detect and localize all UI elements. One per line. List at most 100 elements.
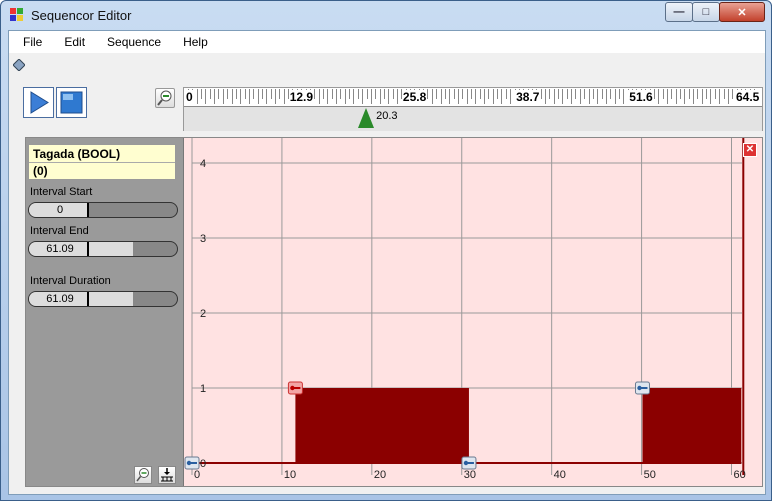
ruler-tick [701, 89, 703, 104]
ruler-tick [314, 89, 316, 99]
ruler-tick [484, 89, 486, 104]
ruler-tick [357, 89, 359, 99]
maximize-button[interactable]: □ [692, 2, 720, 22]
ruler-tick [723, 89, 725, 99]
ruler-label: 64.5 [735, 90, 761, 104]
minimize-button[interactable]: — [665, 2, 693, 22]
interval-duration-value: 61.09 [46, 293, 74, 305]
keyframe-marker[interactable] [184, 456, 200, 470]
interval-start-value: 0 [56, 204, 64, 216]
sequence-panel: Tagada (BOOL) (0) Interval Start 0 Inter… [25, 137, 763, 487]
ruler-tick [266, 89, 268, 104]
remove-track-button[interactable]: ✕ [743, 143, 757, 157]
x-tick-label: 0 [194, 469, 200, 481]
zoom-out-button[interactable] [155, 88, 175, 108]
track-name: Tagada (BOOL) [33, 147, 121, 161]
ruler-tick [218, 89, 220, 99]
ruler-tick [549, 89, 551, 99]
ruler-tick [614, 89, 616, 104]
track-header[interactable]: Tagada (BOOL) (0) [28, 144, 176, 180]
window-title: Sequencor Editor [31, 8, 132, 23]
y-tick-label: 0 [200, 458, 206, 470]
ruler-tick [440, 89, 442, 104]
ruler-label: 25.8 [401, 90, 428, 104]
ruler-tick [662, 89, 664, 99]
timeline-scrub-area[interactable] [184, 106, 762, 131]
keyframe-marker[interactable] [287, 381, 303, 395]
keyframe-marker[interactable] [634, 381, 650, 395]
ruler-tick [558, 89, 560, 99]
menu-bar: File Edit Sequence Help [9, 31, 765, 53]
ruler-tick [449, 89, 451, 104]
play-button[interactable] [23, 87, 54, 118]
ruler-tick [471, 89, 472, 99]
ruler-tick [714, 89, 716, 99]
ruler-tick [727, 89, 729, 104]
ruler-tick [196, 89, 198, 104]
ruler-tick [688, 89, 690, 99]
ruler-tick [679, 89, 681, 99]
ruler-tick [501, 89, 503, 104]
menu-sequence[interactable]: Sequence [99, 35, 169, 49]
diamond-icon[interactable] [13, 59, 25, 71]
x-tick-label: 40 [554, 469, 566, 481]
interval-start-field[interactable]: 0 [28, 202, 178, 218]
ruler-tick [540, 89, 542, 99]
ruler-tick [592, 89, 594, 99]
interval-end-value: 61.09 [46, 243, 74, 255]
ruler-tick [492, 89, 494, 104]
track-fit-button[interactable] [158, 466, 176, 484]
x-tick-label: 50 [644, 469, 656, 481]
interval-duration-field[interactable]: 61.09 [28, 291, 178, 307]
stop-icon [60, 91, 83, 114]
ruler-tick [431, 89, 433, 104]
ruler-tick [579, 89, 581, 104]
ruler-tick [675, 89, 677, 104]
keyframe-marker[interactable] [461, 456, 477, 470]
ruler-tick [584, 89, 586, 99]
ruler-tick [262, 89, 263, 99]
ruler-tick [653, 89, 655, 99]
ruler-tick [322, 89, 324, 99]
playhead-label: 20.3 [376, 110, 398, 122]
x-tick-label: 10 [284, 469, 296, 481]
ruler-tick [275, 89, 277, 104]
menu-file[interactable]: File [15, 35, 50, 49]
ruler-tick [693, 89, 695, 104]
ruler-tick [666, 89, 668, 104]
stop-button[interactable] [56, 87, 87, 118]
ruler-tick [571, 89, 573, 104]
ruler-tick [379, 89, 381, 104]
ruler-tick [605, 89, 607, 104]
ruler-tick [257, 89, 259, 104]
ruler-tick [331, 89, 333, 99]
ruler-tick [462, 89, 464, 99]
ruler-tick [479, 89, 481, 99]
track-plot[interactable]: 0 1 2 3 4 0 10 20 30 40 50 60 ✕ [184, 138, 762, 486]
ruler-tick [575, 89, 577, 99]
timeline-ruler[interactable]: 0 12.9 25.8 38.7 51.6 64.5 20.3 [183, 87, 763, 131]
interval-duration-label: Interval Duration [30, 275, 111, 287]
ruler-tick [227, 89, 229, 99]
fit-icon [161, 468, 173, 482]
title-bar[interactable]: Sequencor Editor — □ ✕ [1, 1, 771, 29]
ruler-tick [610, 89, 612, 99]
ruler-tick [505, 89, 507, 99]
track-chart[interactable]: 012340 10 20 30 40 50 60 [184, 138, 762, 486]
playhead-marker[interactable] [358, 108, 375, 128]
interval-end-field[interactable]: 61.09 [28, 241, 178, 257]
ruler-tick [597, 89, 599, 104]
ruler-tick [344, 89, 346, 104]
zoom-out-icon [136, 468, 149, 482]
menu-help[interactable]: Help [175, 35, 216, 49]
ruler-tick [545, 89, 546, 104]
ruler-tick [697, 89, 699, 99]
ruler-label: 51.6 [628, 90, 654, 104]
y-tick-label: 4 [200, 158, 206, 170]
track-zoom-button[interactable] [134, 466, 152, 484]
close-button[interactable]: ✕ [719, 2, 765, 22]
ruler-tick [336, 89, 338, 104]
ruler-tick [392, 89, 394, 99]
ruler-tick [488, 89, 490, 99]
menu-edit[interactable]: Edit [56, 35, 93, 49]
